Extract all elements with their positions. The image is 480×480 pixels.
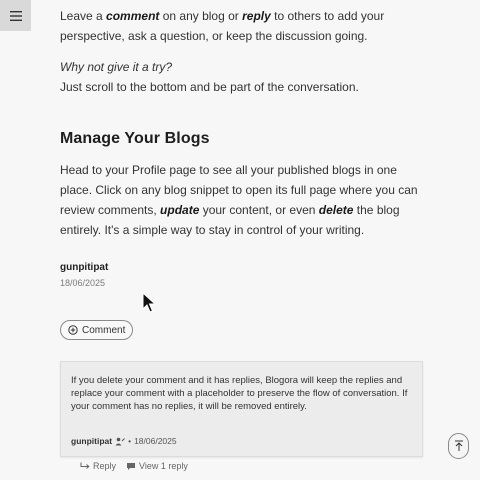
add-comment-button[interactable]: Comment bbox=[60, 320, 134, 340]
comment-card: If you delete your comment and it has re… bbox=[60, 361, 423, 457]
intro-paragraph: Leave a comment on any blog or reply to … bbox=[60, 9, 385, 43]
comment-text: If you delete your comment and it has re… bbox=[71, 375, 408, 412]
hamburger-icon bbox=[9, 10, 22, 21]
post-author[interactable]: gunpitipat bbox=[60, 262, 108, 273]
reply-label: Reply bbox=[93, 461, 117, 471]
view-replies-label: View 1 reply bbox=[139, 461, 188, 471]
user-edit-icon bbox=[115, 437, 125, 445]
speech-bubble-icon bbox=[127, 462, 136, 470]
menu-button[interactable] bbox=[0, 0, 31, 31]
try-prompt: Why not give it a try? bbox=[60, 60, 173, 74]
scroll-to-top-button[interactable] bbox=[448, 433, 469, 459]
scroll-hint: Just scroll to the bottom and be part of… bbox=[60, 80, 359, 94]
mouse-pointer-icon bbox=[142, 292, 156, 313]
comment-date: 18/06/2025 bbox=[134, 436, 177, 446]
manage-paragraph: Head to your Profile page to see all you… bbox=[60, 163, 418, 237]
comment-actions: Reply View 1 reply bbox=[80, 461, 188, 471]
arrow-up-to-line-icon bbox=[454, 440, 463, 451]
plus-circle-icon bbox=[68, 325, 78, 335]
section-heading: Manage Your Blogs bbox=[60, 130, 210, 147]
comment-author[interactable]: gunpitipat bbox=[71, 436, 112, 446]
meta-separator: • bbox=[128, 436, 132, 446]
post-date: 18/06/2025 bbox=[60, 278, 106, 288]
comment-meta: gunpitipat • 18/06/2025 bbox=[71, 436, 177, 446]
reply-button[interactable]: Reply bbox=[80, 461, 116, 471]
reply-arrow-icon bbox=[80, 462, 90, 469]
view-replies-button[interactable]: View 1 reply bbox=[126, 461, 188, 471]
comment-button-label: Comment bbox=[82, 324, 126, 336]
